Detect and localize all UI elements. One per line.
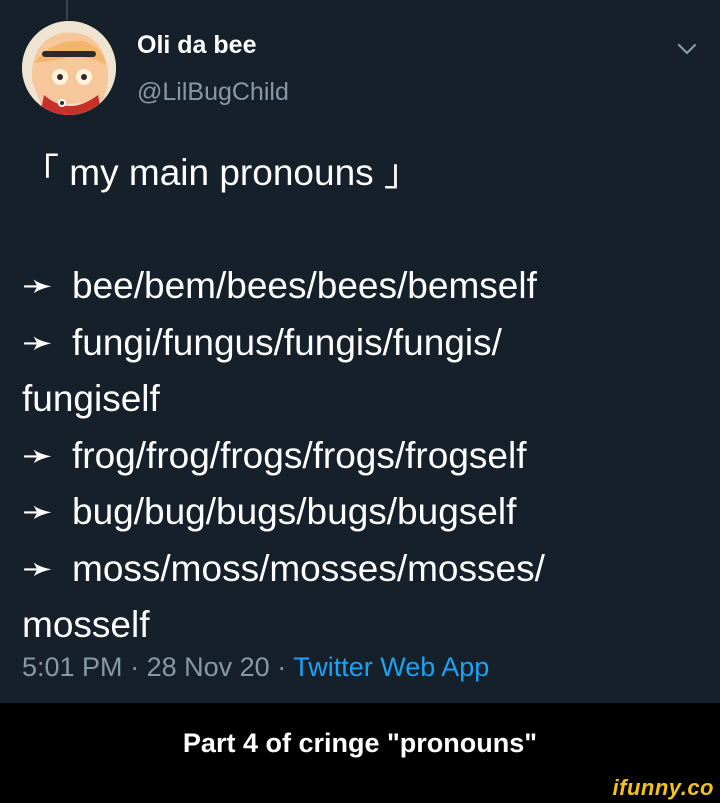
thread-line xyxy=(66,0,68,20)
pronoun-line: ➛ frog/frog/frogs/frogs/frogself xyxy=(22,428,712,485)
tweet-date[interactable]: 28 Nov 20 xyxy=(147,652,270,682)
avatar-illustration xyxy=(22,21,116,115)
pronoun-line: ➛ fungi/fungus/fungis/fungis/ xyxy=(22,315,712,372)
arrow-icon: ➛ xyxy=(22,491,54,532)
ifunny-watermark: ifunny.co xyxy=(612,775,714,800)
pronoun-line: ➛ moss/moss/mosses/mosses/ xyxy=(22,541,712,598)
tweet-card: Oli da bee @LilBugChild 「 my main pronou… xyxy=(0,0,720,703)
tweet-time[interactable]: 5:01 PM xyxy=(22,652,123,682)
arrow-icon: ➛ xyxy=(22,434,54,476)
arrow-icon: ➛ xyxy=(22,265,54,306)
meme-caption: Part 4 of cringe "pronouns" xyxy=(182,727,538,758)
tweet-source-link[interactable]: Twitter Web App xyxy=(293,652,489,682)
pronoun-line-continuation: mosself xyxy=(22,604,150,645)
pronoun-text: moss/moss/mosses/mosses/ xyxy=(72,547,545,589)
avatar[interactable] xyxy=(22,21,116,115)
arrow-icon: ➛ xyxy=(22,547,54,589)
chevron-down-icon[interactable] xyxy=(670,32,704,66)
pronoun-line: ➛ bug/bug/bugs/bugs/bugself xyxy=(22,484,712,541)
author-name[interactable]: Oli da bee xyxy=(137,31,256,60)
pronoun-text: fungi/fungus/fungis/fungis/ xyxy=(72,321,502,363)
tweet-text: 「 my main pronouns 」 ➛ bee/bem/bees/bees/… xyxy=(22,145,712,654)
arrow-icon: ➛ xyxy=(22,321,54,363)
author-handle[interactable]: @LilBugChild xyxy=(137,78,289,107)
tweet-meta: 5:01 PM · 28 Nov 20 · Twitter Web App xyxy=(22,652,489,683)
pronoun-line-continuation: fungiself xyxy=(22,378,160,419)
meta-separator: · xyxy=(277,652,287,682)
pronoun-text: bug/bug/bugs/bugs/bugself xyxy=(72,491,517,532)
pronoun-text: bee/bem/bees/bees/bemself xyxy=(72,265,537,306)
pronoun-line: ➛ bee/bem/bees/bees/bemself xyxy=(22,258,712,315)
meta-separator: · xyxy=(130,652,140,682)
pronoun-text: frog/frog/frogs/frogs/frogself xyxy=(72,434,527,476)
tweet-heading: 「 my main pronouns 」 xyxy=(22,152,421,193)
